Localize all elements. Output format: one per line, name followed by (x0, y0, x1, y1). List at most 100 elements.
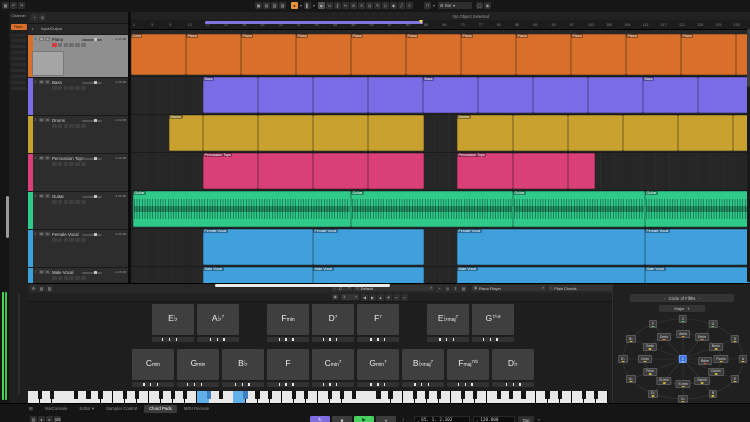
black-key[interactable] (582, 391, 586, 399)
track-row-male-vocal[interactable]: 7MSMale Vocal-3.26 dB (28, 268, 128, 283)
chord-pad-fmaj7-9[interactable]: Fmaj7/9 (447, 349, 489, 380)
clip-bass[interactable] (313, 77, 368, 113)
tab-sampler-control[interactable]: Sampler Control (101, 405, 142, 413)
color-tool[interactable]: ◆ (390, 2, 397, 9)
scale-mode-select[interactable]: Major ▾ (659, 305, 705, 312)
clip-piano[interactable]: Piano (626, 34, 681, 75)
clip-drums[interactable] (513, 115, 568, 151)
time-position-display[interactable]: ♩ 65. 1. 2.102 (414, 416, 470, 422)
chord-pads-display-icon[interactable]: ▤ (38, 285, 45, 292)
solo-button[interactable]: S (45, 232, 50, 237)
black-key[interactable] (497, 391, 501, 399)
cof-chord-dmin[interactable]: Dmin (657, 333, 671, 341)
white-key[interactable] (221, 391, 232, 404)
clip-bass[interactable] (698, 77, 750, 113)
black-key[interactable] (268, 391, 272, 399)
black-key[interactable] (594, 391, 598, 399)
clip-percussion-tops[interactable]: Percussion Tops (457, 153, 513, 189)
track-volume-slider[interactable] (82, 82, 102, 84)
black-key[interactable] (38, 391, 42, 399)
instrument-icon[interactable] (69, 200, 74, 204)
black-key[interactable] (328, 391, 332, 399)
midi-activity-icon[interactable]: ▸ (46, 416, 53, 422)
record-enable-button[interactable] (52, 200, 57, 204)
clip-percussion-tops[interactable] (313, 153, 368, 189)
track-filter-icon[interactable]: ◎ (39, 14, 46, 21)
redo-icon[interactable]: ↷ (18, 2, 25, 9)
auto-scroll-icon[interactable]: ▌ (304, 2, 311, 9)
monitor-button[interactable] (58, 86, 63, 90)
track-volume-slider[interactable] (82, 234, 102, 236)
mute-button[interactable]: M (39, 156, 44, 161)
track-volume-slider[interactable] (82, 120, 102, 122)
cof-chord-a[interactable]: A (739, 355, 747, 363)
black-key[interactable] (352, 391, 356, 399)
next-page-icon[interactable]: ▶ (369, 294, 376, 301)
track-row-piano[interactable]: 1MSPiano-1.11 dB (28, 35, 128, 78)
clip-percussion-tops[interactable] (258, 153, 313, 189)
freeze-icon[interactable] (75, 276, 80, 280)
black-key[interactable] (292, 391, 296, 399)
clip-bass[interactable] (533, 77, 588, 113)
edit-channel-button[interactable] (64, 162, 69, 166)
quantize-panel-icon[interactable]: ◯ (476, 2, 483, 9)
track-volume-slider[interactable] (82, 272, 102, 274)
clip-bass[interactable] (258, 77, 313, 113)
clip-drums[interactable] (623, 115, 678, 151)
clip-percussion-tops[interactable]: Percussion Tops (203, 153, 258, 189)
chord-pad-d-[interactable]: D♭ (492, 349, 534, 380)
preset-browser-icon[interactable]: ◎ (444, 285, 451, 292)
monitor-button[interactable] (58, 162, 63, 166)
clip-bass[interactable] (478, 77, 533, 113)
volume-slider-handle[interactable] (94, 119, 97, 122)
cof-chord-gmin[interactable]: Gmin (643, 343, 657, 351)
chord-pad-cmin7[interactable]: Cmin7 (312, 349, 354, 380)
mute-button[interactable]: M (39, 232, 44, 237)
edit-channel-button[interactable] (64, 124, 69, 128)
track-volume-slider[interactable] (82, 39, 102, 41)
clip-percussion-tops[interactable] (513, 153, 568, 189)
draw-tool[interactable]: ✎ (374, 2, 381, 9)
folder-caret-icon[interactable]: ▸ (32, 24, 34, 34)
lock-icon[interactable] (81, 200, 86, 204)
clip-bass[interactable]: Bass (643, 77, 698, 113)
cof-chord-b[interactable]: B (709, 390, 717, 398)
record-button[interactable]: ● (376, 416, 396, 422)
clip-female-vocal[interactable]: Female Vocal (203, 229, 313, 265)
tempo-display[interactable]: ♩ 120.000 (473, 416, 515, 422)
grid-type-select[interactable]: ⊞ Bar ▾ (438, 2, 472, 9)
mute-tool[interactable]: ✕ (358, 2, 365, 9)
clip-drums[interactable] (258, 115, 313, 151)
page-select[interactable]: 1 ▾ (341, 294, 359, 300)
black-key[interactable] (207, 391, 211, 399)
clip-drums[interactable] (678, 115, 733, 151)
channel-strip-controls[interactable] (11, 34, 26, 90)
functions-menu-icon[interactable]: ▤ (460, 285, 467, 292)
mute-button[interactable]: M (39, 270, 44, 275)
clip-male-vocal[interactable]: Male Vocal (457, 267, 645, 283)
clip-piano[interactable]: Piano (461, 34, 516, 75)
clip-male-vocal[interactable]: Male Vocal (203, 267, 313, 283)
black-key[interactable] (50, 391, 54, 399)
proximity-view-select[interactable]: ‹ Circle of Fifths › (630, 294, 734, 302)
volume-slider-handle[interactable] (94, 81, 97, 84)
solo-button[interactable]: S (45, 118, 50, 123)
chord-pad-fmin[interactable]: Fmin (267, 304, 309, 335)
lock-icon[interactable] (81, 43, 86, 47)
project-activate-icon[interactable]: ▣ (255, 2, 262, 9)
split-tool[interactable]: ∥ (334, 2, 341, 9)
hub-icon[interactable]: ▦ (2, 2, 9, 9)
freeze-icon[interactable] (75, 238, 80, 242)
next-view-icon[interactable]: › (698, 296, 700, 301)
player-mode-select[interactable]: ▷ Plain Chords ▾ (548, 285, 616, 291)
project-cursor-handle[interactable] (419, 20, 423, 24)
record-enable-button[interactable] (52, 238, 57, 242)
clip-male-vocal[interactable]: Male Vocal (313, 267, 424, 283)
instrument-icon[interactable] (69, 43, 74, 47)
track-row-female-vocal[interactable]: 6MSFemale Vocal-3.26 dB (28, 230, 128, 268)
cof-chord-f-min[interactable]: F♯min (713, 355, 728, 363)
line-tool[interactable]: ╱ (398, 2, 405, 9)
record-enable-button[interactable] (52, 86, 57, 90)
snap-on-off-icon[interactable]: ⊓ (424, 2, 431, 9)
cof-chord-a-[interactable]: A♭ (626, 375, 636, 383)
